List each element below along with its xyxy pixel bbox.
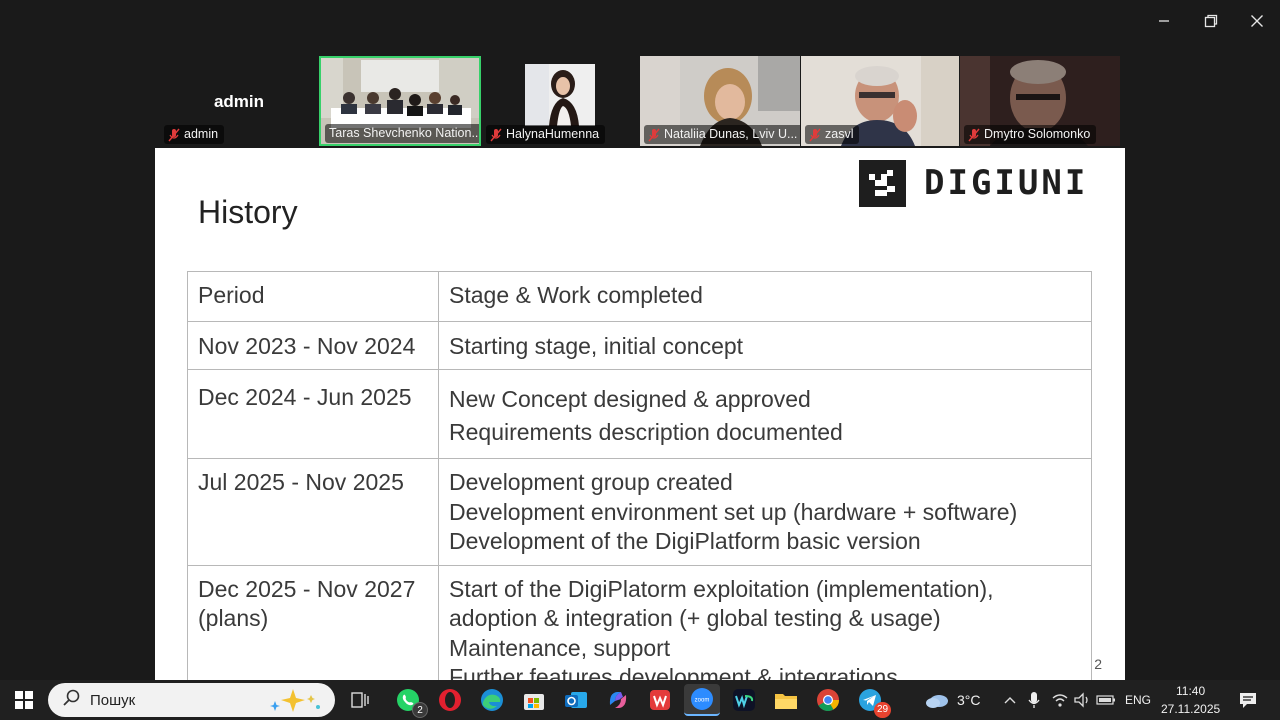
- copilot-sparkle-icon: [263, 687, 323, 718]
- search-placeholder: Пошук: [90, 691, 136, 709]
- mic-muted-icon: [490, 128, 502, 142]
- screen: admin admin Taras Shevchenko Nation... H…: [0, 0, 1280, 720]
- work-cell: Development group created Development en…: [438, 458, 1092, 566]
- shared-slide: DIGIUNI History Period Stage & Work comp…: [155, 148, 1125, 680]
- minimize-icon[interactable]: [1141, 8, 1187, 34]
- edge-icon[interactable]: [474, 684, 510, 716]
- slide-page-number: 2: [1094, 656, 1102, 672]
- opera-icon[interactable]: [432, 684, 468, 716]
- mic-muted-icon: [809, 128, 821, 142]
- participant-tile-zasvl[interactable]: zasvl: [801, 56, 959, 146]
- restore-icon[interactable]: [1188, 8, 1234, 34]
- zoom-icon[interactable]: zoom: [684, 684, 720, 716]
- period-cell: Nov 2023 - Nov 2024: [187, 320, 439, 370]
- file-explorer-icon[interactable]: [768, 684, 804, 716]
- column-header-stage: Stage & Work completed: [438, 271, 1092, 322]
- volume-icon[interactable]: [1071, 684, 1093, 716]
- work-text: Development group created: [449, 469, 733, 495]
- copilot-icon[interactable]: [600, 684, 636, 716]
- work-text: Starting stage, initial concept: [449, 332, 744, 359]
- participant-tile-nataliia[interactable]: Nataliia Dunas, Lviv U...: [640, 56, 800, 146]
- participant-tile-dmytro[interactable]: Dmytro Solomonko: [960, 56, 1120, 146]
- work-cell: Starting stage, initial concept: [438, 320, 1092, 370]
- participant-nametag: Taras Shevchenko Nation...: [325, 124, 481, 143]
- work-text: Development environment set up (hardware…: [449, 498, 1018, 525]
- table-row: Jul 2025 - Nov 2025 Development group cr…: [187, 458, 1092, 566]
- period-text: (plans): [198, 605, 269, 631]
- period-text: Dec 2024 - Jun 2025: [198, 384, 412, 410]
- weather-cloud-icon[interactable]: [922, 684, 952, 716]
- participant-nametag: admin: [164, 125, 225, 144]
- table-row: Dec 2024 - Jun 2025 New Concept designed…: [187, 369, 1092, 459]
- wps-icon[interactable]: [642, 684, 678, 716]
- period-cell: Dec 2025 - Nov 2027 (plans): [187, 564, 439, 680]
- digiuni-logo: DIGIUNI: [859, 159, 1089, 207]
- participant-tile-halyna[interactable]: HalynaHumenna: [482, 56, 638, 146]
- participant-tag-text: admin: [184, 127, 219, 141]
- work-text: adoption & integration (+ global testing…: [449, 605, 941, 631]
- period-cell: Jul 2025 - Nov 2025: [187, 458, 439, 566]
- work-text: Requirements description documented: [449, 419, 843, 445]
- mic-muted-icon: [968, 128, 980, 142]
- telegram-badge: 29: [874, 702, 892, 718]
- participant-tag-text: Dmytro Solomonko: [984, 127, 1091, 141]
- work-text: Further features development & integrati…: [449, 664, 898, 680]
- svg-text:zoom: zoom: [695, 698, 710, 704]
- taskbar: Пошук 2 zoom 29 3°C ENG 11:40 27.11.2025: [0, 680, 1280, 720]
- whatsapp-badge: 2: [412, 702, 428, 718]
- mic-muted-icon: [168, 128, 180, 142]
- participant-tag-text: Taras Shevchenko Nation...: [329, 126, 481, 140]
- microphone-icon[interactable]: [1024, 684, 1044, 716]
- participant-tag-text: Nataliia Dunas, Lviv U...: [664, 127, 798, 141]
- period-text: Jul 2025 - Nov 2025: [198, 469, 404, 495]
- work-cell: New Concept designed & approved Requirem…: [438, 369, 1092, 459]
- work-text: Start of the DigiPlatorm exploitation (i…: [449, 575, 994, 602]
- history-table: Period Stage & Work completed Nov 2023 -…: [187, 271, 1092, 680]
- webex-icon[interactable]: [726, 684, 762, 716]
- telegram-icon[interactable]: 29: [852, 684, 892, 718]
- participant-name-label: admin: [213, 92, 265, 111]
- table-header-row: Period Stage & Work completed: [187, 271, 1092, 322]
- notifications-icon[interactable]: [1230, 684, 1266, 716]
- close-icon[interactable]: [1234, 8, 1280, 34]
- table-row: Dec 2025 - Nov 2027 (plans) Start of the…: [187, 564, 1092, 680]
- battery-icon[interactable]: [1095, 684, 1117, 716]
- table-row: Nov 2023 - Nov 2024 Starting stage, init…: [187, 320, 1092, 370]
- clock-time[interactable]: 11:40: [1176, 684, 1205, 698]
- outlook-icon[interactable]: [558, 684, 594, 716]
- start-icon[interactable]: [6, 684, 42, 716]
- participant-tile-admin[interactable]: admin admin: [160, 56, 318, 146]
- period-cell: Dec 2024 - Jun 2025: [187, 369, 439, 459]
- language-indicator[interactable]: ENG: [1125, 693, 1151, 707]
- period-text: Dec 2025 - Nov 2027: [198, 575, 416, 602]
- chrome-icon[interactable]: [810, 684, 846, 716]
- participant-tag-text: HalynaHumenna: [506, 127, 600, 141]
- work-text: Maintenance, support: [449, 634, 671, 661]
- wifi-icon[interactable]: [1049, 684, 1071, 716]
- search-icon: [62, 689, 80, 712]
- whatsapp-icon[interactable]: 2: [390, 684, 428, 718]
- participant-nametag: zasvl: [805, 125, 860, 144]
- clock-date[interactable]: 27.11.2025: [1161, 702, 1220, 716]
- participant-nametag: Dmytro Solomonko: [964, 125, 1097, 144]
- participant-tag-text: zasvl: [825, 127, 854, 141]
- work-text: Development of the DigiPlatform basic ve…: [449, 528, 921, 554]
- chevron-up-icon[interactable]: [1000, 684, 1020, 716]
- work-cell: Start of the DigiPlatorm exploitation (i…: [438, 564, 1092, 680]
- column-header-period: Period: [187, 271, 439, 322]
- task-view-icon[interactable]: [342, 684, 378, 716]
- period-text: Nov 2023 - Nov 2024: [198, 332, 416, 359]
- work-text: New Concept designed & approved: [449, 386, 811, 412]
- taskbar-search-box[interactable]: Пошук: [48, 683, 335, 717]
- participant-nametag: HalynaHumenna: [486, 125, 606, 144]
- mic-muted-icon: [648, 128, 660, 142]
- weather-temperature[interactable]: 3°C: [957, 692, 981, 708]
- participant-nametag: Nataliia Dunas, Lviv U...: [644, 125, 800, 144]
- participant-video-halyna: [525, 64, 595, 126]
- digiuni-logo-mark-icon: [859, 159, 906, 207]
- store-icon[interactable]: [516, 684, 552, 716]
- logo-text: DIGIUNI: [924, 163, 1089, 203]
- slide-title: History: [198, 194, 298, 230]
- participant-tile-taras-shevchenko[interactable]: Taras Shevchenko Nation...: [319, 56, 481, 146]
